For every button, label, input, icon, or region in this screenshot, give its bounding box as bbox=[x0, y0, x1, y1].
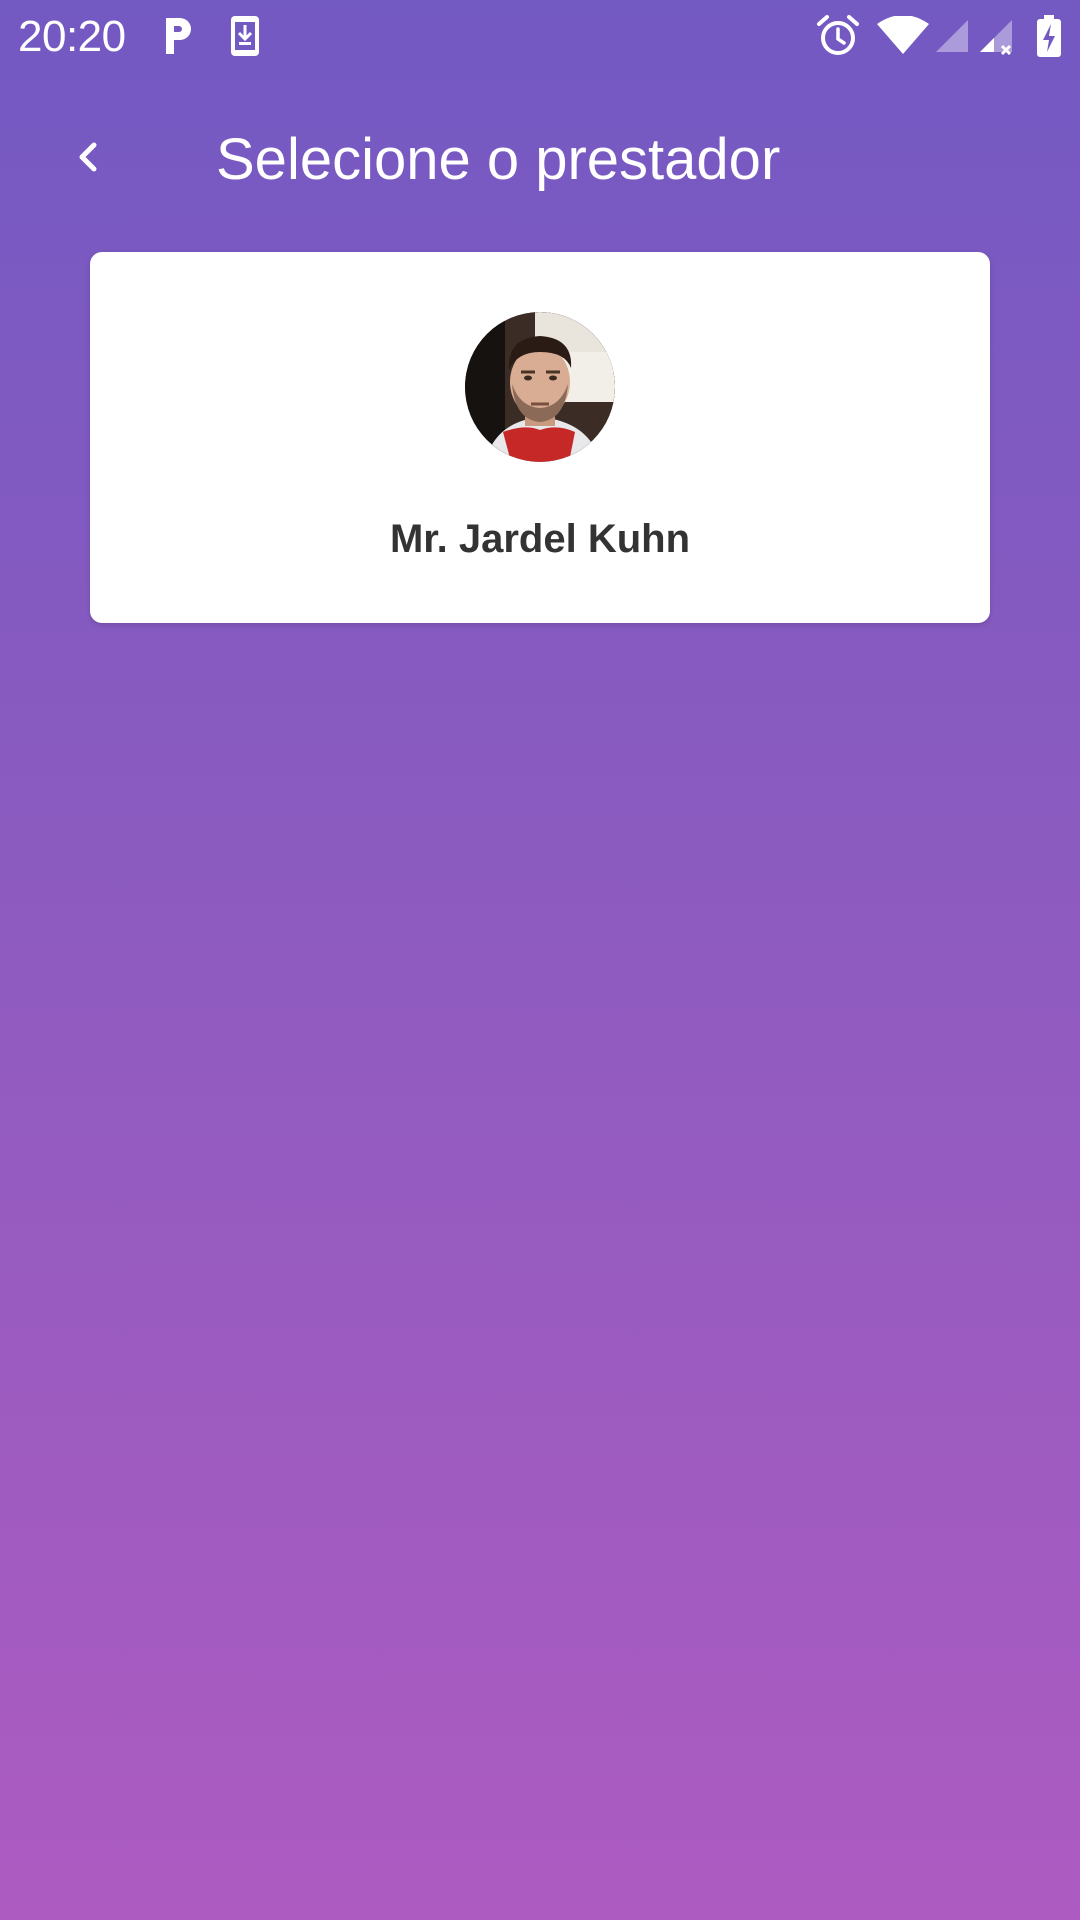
provider-card[interactable]: Mr. Jardel Kuhn bbox=[90, 252, 990, 623]
p-app-icon bbox=[166, 18, 191, 54]
battery-charging-icon bbox=[1037, 15, 1061, 57]
avatar bbox=[465, 312, 615, 462]
wifi-icon bbox=[877, 16, 929, 54]
app-bar: Selecione o prestador bbox=[0, 90, 1080, 230]
chevron-left-icon bbox=[79, 142, 97, 172]
download-icon bbox=[231, 16, 259, 56]
alarm-icon bbox=[817, 15, 859, 55]
page-title: Selecione o prestador bbox=[216, 127, 781, 192]
status-bar: 20:20 bbox=[0, 0, 1080, 74]
signal-no-sim-icon bbox=[980, 20, 1012, 56]
status-time: 20:20 bbox=[18, 12, 126, 61]
signal-icon bbox=[936, 20, 968, 52]
provider-name: Mr. Jardel Kuhn bbox=[389, 517, 691, 561]
back-button[interactable] bbox=[56, 124, 122, 190]
